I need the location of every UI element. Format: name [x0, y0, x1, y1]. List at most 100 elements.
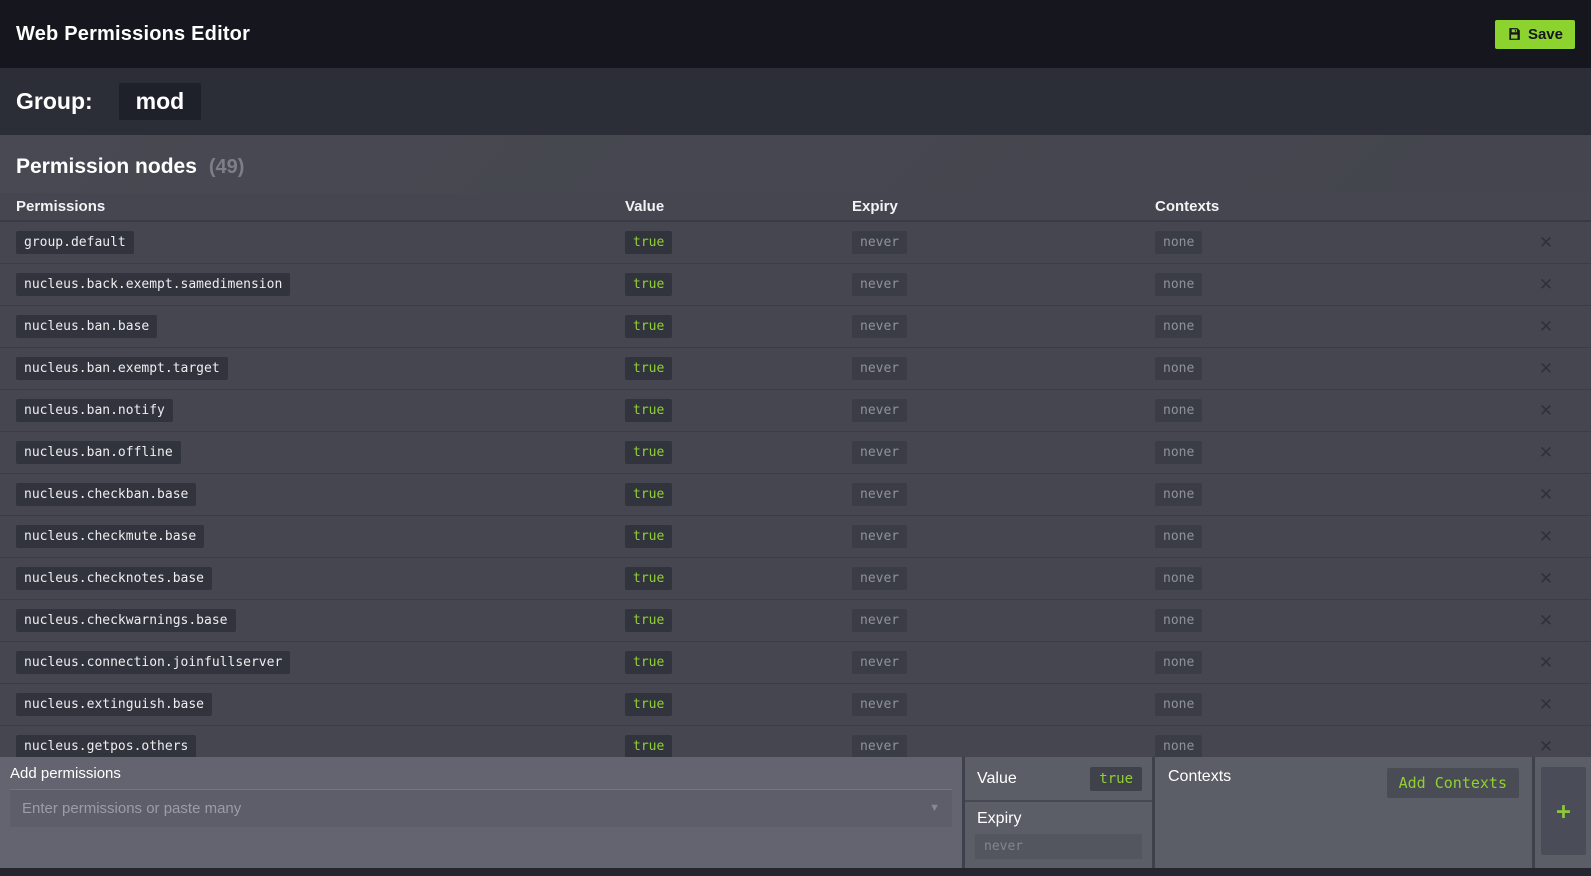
permission-node-badge: nucleus.extinguish.base — [16, 693, 212, 716]
value-badge[interactable]: true — [625, 273, 672, 296]
contexts-badge[interactable]: none — [1155, 735, 1202, 758]
bottom-strip — [0, 868, 1591, 876]
table-header-row: Permissions Value Expiry Contexts — [0, 193, 1591, 222]
value-badge[interactable]: true — [625, 315, 672, 338]
contexts-badge[interactable]: none — [1155, 609, 1202, 632]
permission-node-badge: nucleus.ban.base — [16, 315, 157, 338]
delete-row-icon[interactable]: ✕ — [1501, 359, 1591, 379]
expiry-badge[interactable]: never — [852, 357, 907, 380]
delete-row-icon[interactable]: ✕ — [1501, 527, 1591, 547]
delete-row-icon[interactable]: ✕ — [1501, 611, 1591, 631]
value-field-label: Value — [977, 770, 1017, 788]
expiry-badge[interactable]: never — [852, 609, 907, 632]
column-header-value: Value — [609, 198, 836, 215]
table-row: nucleus.checkban.base true never none ✕ — [0, 474, 1591, 516]
contexts-badge[interactable]: none — [1155, 651, 1202, 674]
save-button[interactable]: Save — [1495, 20, 1575, 49]
delete-row-icon[interactable]: ✕ — [1501, 443, 1591, 463]
expiry-badge[interactable]: never — [852, 567, 907, 590]
contexts-badge[interactable]: none — [1155, 483, 1202, 506]
value-badge[interactable]: true — [625, 567, 672, 590]
add-permission-panel: Add permissions ▼ Value true Expiry Cont… — [0, 757, 1591, 876]
table-row: nucleus.checknotes.base true never none … — [0, 558, 1591, 600]
expiry-badge[interactable]: never — [852, 315, 907, 338]
value-badge[interactable]: true — [625, 357, 672, 380]
value-badge[interactable]: true — [625, 651, 672, 674]
plus-icon: + — [1556, 799, 1570, 823]
value-badge[interactable]: true — [625, 231, 672, 254]
delete-row-icon[interactable]: ✕ — [1501, 737, 1591, 757]
expiry-badge[interactable]: never — [852, 483, 907, 506]
expiry-badge[interactable]: never — [852, 525, 907, 548]
expiry-field-label: Expiry — [965, 802, 1152, 834]
value-badge[interactable]: true — [625, 483, 672, 506]
column-header-contexts: Contexts — [1139, 198, 1501, 215]
contexts-badge[interactable]: none — [1155, 357, 1202, 380]
permission-node-badge: nucleus.connection.joinfullserver — [16, 651, 290, 674]
node-count-badge: (49) — [209, 156, 245, 179]
expiry-badge[interactable]: never — [852, 273, 907, 296]
add-node-section: + — [1535, 757, 1591, 868]
delete-row-icon[interactable]: ✕ — [1501, 233, 1591, 253]
contexts-badge[interactable]: none — [1155, 441, 1202, 464]
add-permissions-label: Add permissions — [10, 765, 952, 782]
contexts-badge[interactable]: none — [1155, 567, 1202, 590]
web-permissions-editor-app: Web Permissions Editor Save Group: mod P… — [0, 0, 1591, 876]
contexts-badge[interactable]: none — [1155, 525, 1202, 548]
table-row: nucleus.ban.offline true never none ✕ — [0, 432, 1591, 474]
table-row: nucleus.ban.base true never none ✕ — [0, 306, 1591, 348]
contexts-badge[interactable]: none — [1155, 315, 1202, 338]
permission-node-badge: nucleus.back.exempt.samedimension — [16, 273, 290, 296]
contexts-badge[interactable]: none — [1155, 399, 1202, 422]
delete-row-icon[interactable]: ✕ — [1501, 401, 1591, 421]
value-badge[interactable]: true — [625, 399, 672, 422]
table-row: nucleus.back.exempt.samedimension true n… — [0, 264, 1591, 306]
delete-row-icon[interactable]: ✕ — [1501, 569, 1591, 589]
expiry-badge[interactable]: never — [852, 693, 907, 716]
table-row: nucleus.extinguish.base true never none … — [0, 684, 1591, 726]
group-label: Group: — [16, 88, 93, 115]
save-icon — [1507, 27, 1521, 41]
permissions-input[interactable] — [10, 789, 952, 827]
contexts-badge[interactable]: none — [1155, 273, 1202, 296]
expiry-badge[interactable]: never — [852, 651, 907, 674]
table-row: nucleus.ban.notify true never none ✕ — [0, 390, 1591, 432]
contexts-field-label: Contexts — [1168, 768, 1231, 786]
value-badge[interactable]: true — [625, 525, 672, 548]
permission-node-badge: nucleus.checkwarnings.base — [16, 609, 236, 632]
value-badge[interactable]: true — [625, 735, 672, 758]
permission-node-badge: nucleus.getpos.others — [16, 735, 196, 758]
expiry-badge[interactable]: never — [852, 735, 907, 758]
add-node-button[interactable]: + — [1541, 767, 1586, 855]
contexts-section: Contexts Add Contexts — [1155, 757, 1532, 868]
value-toggle[interactable]: true — [1090, 767, 1142, 791]
expiry-badge[interactable]: never — [852, 231, 907, 254]
permission-rows: group.default true never none ✕ nucleus.… — [0, 222, 1591, 768]
delete-row-icon[interactable]: ✕ — [1501, 485, 1591, 505]
delete-row-icon[interactable]: ✕ — [1501, 275, 1591, 295]
permission-node-badge: nucleus.ban.offline — [16, 441, 181, 464]
column-header-permissions: Permissions — [0, 198, 609, 215]
add-permissions-section: Add permissions ▼ — [0, 757, 962, 868]
delete-row-icon[interactable]: ✕ — [1501, 695, 1591, 715]
expiry-badge[interactable]: never — [852, 399, 907, 422]
delete-row-icon[interactable]: ✕ — [1501, 653, 1591, 673]
contexts-badge[interactable]: none — [1155, 693, 1202, 716]
top-header-bar: Web Permissions Editor Save — [0, 0, 1591, 68]
permission-node-badge: nucleus.ban.exempt.target — [16, 357, 228, 380]
value-expiry-section: Value true Expiry — [965, 757, 1152, 868]
permission-nodes-heading: Permission nodes (49) — [0, 135, 1591, 193]
permission-node-badge: nucleus.checkban.base — [16, 483, 196, 506]
value-badge[interactable]: true — [625, 441, 672, 464]
permission-node-badge: group.default — [16, 231, 134, 254]
expiry-badge[interactable]: never — [852, 441, 907, 464]
table-row: group.default true never none ✕ — [0, 222, 1591, 264]
delete-row-icon[interactable]: ✕ — [1501, 317, 1591, 337]
value-badge[interactable]: true — [625, 609, 672, 632]
table-row: nucleus.checkmute.base true never none ✕ — [0, 516, 1591, 558]
add-contexts-button[interactable]: Add Contexts — [1387, 768, 1519, 798]
expiry-input[interactable] — [975, 834, 1142, 859]
value-badge[interactable]: true — [625, 693, 672, 716]
contexts-badge[interactable]: none — [1155, 231, 1202, 254]
permission-node-badge: nucleus.checkmute.base — [16, 525, 204, 548]
